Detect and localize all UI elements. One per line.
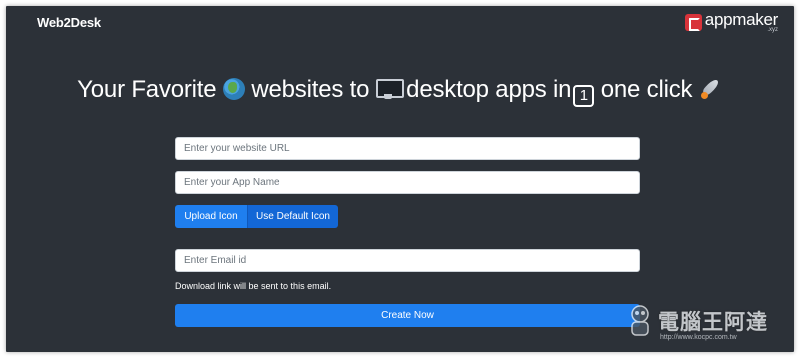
brand-logo[interactable]: Web2Desk xyxy=(37,15,101,30)
website-url-input[interactable] xyxy=(175,137,640,160)
watermark-text: 電腦王阿達 xyxy=(658,310,768,334)
rocket-icon xyxy=(699,78,721,100)
create-now-button[interactable]: Create Now xyxy=(175,304,640,327)
hero-text-part1: Your Favorite xyxy=(77,76,223,103)
hero-text-part4: one click xyxy=(594,76,699,103)
hero-text-part2: websites to xyxy=(244,76,376,103)
appmaker-logo[interactable]: appmaker .xyz xyxy=(684,10,779,37)
icon-button-group: Upload Icon Use Default Icon xyxy=(175,205,338,228)
watermark: 電腦王阿達 http://www.kocpc.com.tw xyxy=(626,300,786,348)
app-window: Web2Desk appmaker .xyz Your Favorite web… xyxy=(6,6,794,352)
app-name-input[interactable] xyxy=(175,171,640,194)
watermark-url: http://www.kocpc.com.tw xyxy=(660,334,737,341)
email-input[interactable] xyxy=(175,249,640,272)
appmaker-logo-icon xyxy=(684,14,702,31)
hero-text-part3: desktop apps in xyxy=(399,76,572,103)
globe-icon xyxy=(222,78,245,100)
mascot-icon xyxy=(631,305,649,336)
desktop-computer-icon xyxy=(375,78,404,100)
appmaker-suffix: .xyz xyxy=(767,27,778,33)
hero-headline: Your Favorite websites to desktop apps i… xyxy=(6,76,792,107)
email-helper-text: Download link will be sent to this email… xyxy=(175,281,332,291)
keycap-one-icon: 1 xyxy=(573,85,595,107)
use-default-icon-button[interactable]: Use Default Icon xyxy=(247,205,338,228)
appmaker-name: appmaker xyxy=(704,10,779,29)
upload-icon-button[interactable]: Upload Icon xyxy=(175,205,247,228)
